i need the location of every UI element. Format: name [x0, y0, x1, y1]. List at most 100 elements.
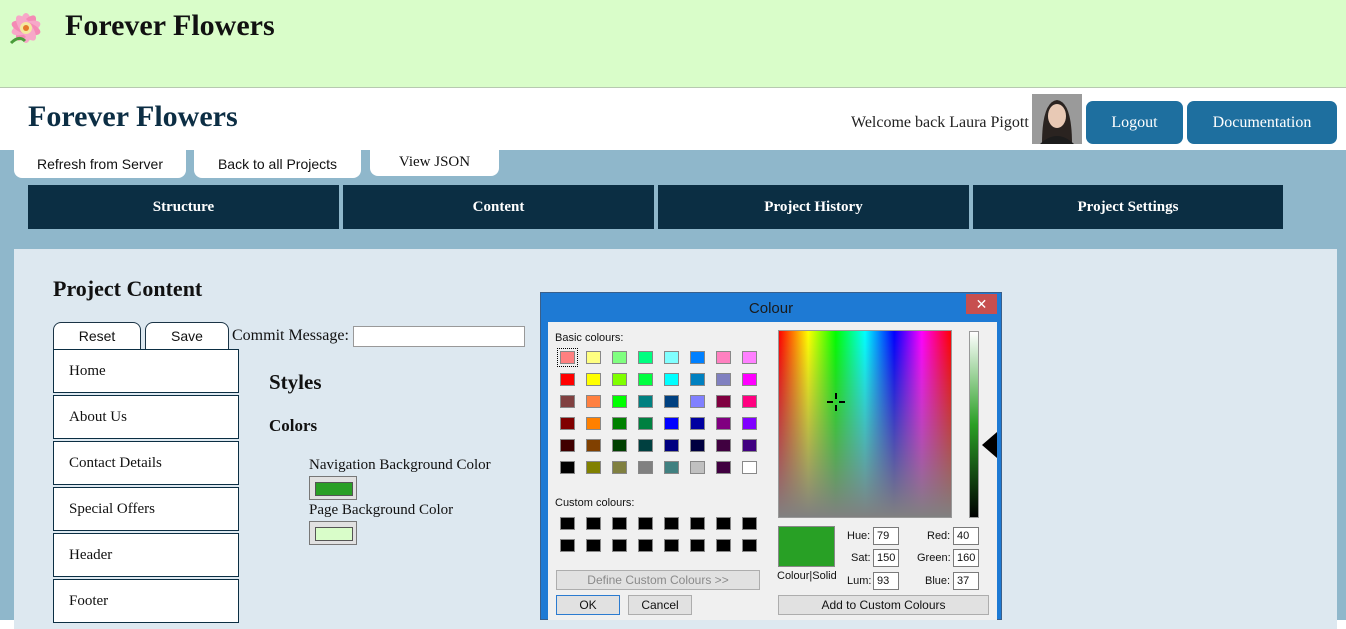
basic-colour-swatch[interactable] — [612, 373, 627, 386]
nav-bg-color-picker[interactable] — [309, 476, 357, 500]
tab-structure[interactable]: Structure — [28, 185, 339, 229]
basic-colour-swatch[interactable] — [586, 417, 601, 430]
basic-colour-swatch[interactable] — [586, 439, 601, 452]
basic-colour-swatch[interactable] — [664, 439, 679, 452]
custom-colour-swatch[interactable] — [742, 539, 757, 552]
basic-colour-swatch[interactable] — [638, 351, 653, 364]
basic-colour-swatch[interactable] — [664, 351, 679, 364]
basic-colour-swatch[interactable] — [586, 351, 601, 364]
basic-colour-swatch[interactable] — [612, 351, 627, 364]
page-bg-color-swatch — [315, 527, 353, 541]
luminance-arrow-icon[interactable] — [982, 432, 997, 458]
tab-content[interactable]: Content — [343, 185, 654, 229]
basic-colour-swatch[interactable] — [690, 373, 705, 386]
add-to-custom-colours-button[interactable]: Add to Custom Colours — [778, 595, 989, 615]
custom-colour-swatch[interactable] — [560, 539, 575, 552]
basic-colour-swatch[interactable] — [638, 395, 653, 408]
basic-colour-swatch[interactable] — [557, 348, 578, 367]
page-item-special-offers[interactable]: Special Offers — [53, 487, 239, 531]
basic-colour-swatch[interactable] — [638, 417, 653, 430]
basic-colour-swatch[interactable] — [742, 417, 757, 430]
page-item-about-us[interactable]: About Us — [53, 395, 239, 439]
custom-colour-swatch[interactable] — [664, 539, 679, 552]
ok-button[interactable]: OK — [556, 595, 620, 615]
sat-field[interactable]: 150 — [873, 549, 899, 567]
basic-colour-swatch[interactable] — [716, 417, 731, 430]
tab-project-settings[interactable]: Project Settings — [973, 185, 1283, 229]
red-field[interactable]: 40 — [953, 527, 979, 545]
basic-colour-swatch[interactable] — [664, 461, 679, 474]
basic-colour-swatch[interactable] — [560, 461, 575, 474]
basic-colour-swatch[interactable] — [612, 395, 627, 408]
basic-colour-swatch[interactable] — [612, 439, 627, 452]
custom-colour-swatch[interactable] — [586, 539, 601, 552]
custom-colour-swatch[interactable] — [716, 517, 731, 530]
basic-colour-swatch[interactable] — [742, 351, 757, 364]
basic-colour-swatch[interactable] — [716, 351, 731, 364]
close-icon[interactable]: ✕ — [966, 294, 997, 314]
basic-colour-swatch[interactable] — [716, 373, 731, 386]
reset-button[interactable]: Reset — [53, 322, 141, 349]
basic-colour-swatch[interactable] — [560, 395, 575, 408]
basic-colour-swatch[interactable] — [638, 461, 653, 474]
custom-colour-swatch[interactable] — [612, 539, 627, 552]
custom-colour-swatch[interactable] — [638, 517, 653, 530]
custom-colour-swatch[interactable] — [612, 517, 627, 530]
lum-field[interactable]: 93 — [873, 572, 899, 590]
colour-spectrum[interactable] — [778, 330, 952, 518]
custom-colour-swatch[interactable] — [586, 517, 601, 530]
basic-colour-swatch[interactable] — [742, 373, 757, 386]
view-json-button[interactable]: View JSON — [370, 148, 499, 176]
commit-message-input[interactable] — [353, 326, 525, 347]
basic-colour-swatch[interactable] — [716, 439, 731, 452]
hue-field[interactable]: 79 — [873, 527, 899, 545]
basic-colour-swatch[interactable] — [560, 439, 575, 452]
basic-colour-swatch[interactable] — [742, 395, 757, 408]
custom-colour-swatch[interactable] — [690, 517, 705, 530]
logout-button[interactable]: Logout — [1086, 101, 1183, 144]
basic-colour-swatch[interactable] — [742, 439, 757, 452]
save-button[interactable]: Save — [145, 322, 229, 349]
basic-colour-swatch[interactable] — [690, 395, 705, 408]
page-item-header[interactable]: Header — [53, 533, 239, 577]
luminance-slider[interactable] — [969, 331, 979, 518]
custom-colour-swatch[interactable] — [638, 539, 653, 552]
basic-colour-swatch[interactable] — [716, 461, 731, 474]
custom-colour-swatch[interactable] — [560, 517, 575, 530]
basic-colour-swatch[interactable] — [612, 461, 627, 474]
basic-colour-swatch[interactable] — [742, 461, 757, 474]
basic-colour-swatch[interactable] — [586, 395, 601, 408]
back-to-projects-button[interactable]: Back to all Projects — [194, 150, 361, 178]
basic-colour-swatch[interactable] — [638, 439, 653, 452]
basic-colour-swatch[interactable] — [664, 417, 679, 430]
custom-colour-swatch[interactable] — [664, 517, 679, 530]
basic-colour-swatch[interactable] — [664, 373, 679, 386]
basic-colour-swatch[interactable] — [690, 351, 705, 364]
custom-colour-swatch[interactable] — [716, 539, 731, 552]
basic-colour-swatch[interactable] — [560, 373, 575, 386]
blue-field[interactable]: 37 — [953, 572, 979, 590]
basic-colour-swatch[interactable] — [560, 417, 575, 430]
page-bg-color-picker[interactable] — [309, 521, 357, 545]
basic-colour-swatch[interactable] — [690, 461, 705, 474]
basic-colour-swatch[interactable] — [690, 417, 705, 430]
refresh-from-server-button[interactable]: Refresh from Server — [14, 150, 186, 178]
basic-colour-swatch[interactable] — [716, 395, 731, 408]
custom-colour-swatch[interactable] — [742, 517, 757, 530]
basic-colour-swatch[interactable] — [586, 461, 601, 474]
basic-colour-swatch[interactable] — [586, 373, 601, 386]
basic-colour-swatch[interactable] — [612, 417, 627, 430]
custom-colour-swatch[interactable] — [690, 539, 705, 552]
documentation-button[interactable]: Documentation — [1187, 101, 1337, 144]
tab-project-history[interactable]: Project History — [658, 185, 969, 229]
page-item-contact-details[interactable]: Contact Details — [53, 441, 239, 485]
basic-colour-swatch[interactable] — [690, 439, 705, 452]
page-item-footer[interactable]: Footer — [53, 579, 239, 623]
green-field[interactable]: 160 — [953, 549, 979, 567]
basic-colour-swatch[interactable] — [638, 373, 653, 386]
cancel-button[interactable]: Cancel — [628, 595, 692, 615]
basic-colour-swatch[interactable] — [664, 395, 679, 408]
page-item-home[interactable]: Home — [53, 349, 239, 393]
blue-label: Blue: — [925, 575, 951, 587]
define-custom-colours-button[interactable]: Define Custom Colours >> — [556, 570, 760, 590]
